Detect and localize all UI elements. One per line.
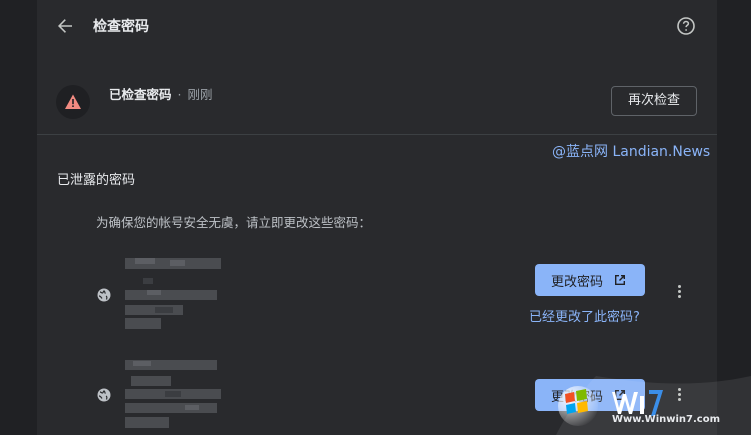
warning-badge [56, 85, 90, 119]
check-status: 已检查密码 · 刚刚 [109, 84, 212, 103]
help-circle-icon [677, 17, 695, 35]
winwin7-logo [556, 376, 751, 435]
divider [37, 134, 717, 135]
warning-triangle-icon [65, 94, 81, 109]
help-button[interactable] [675, 15, 697, 37]
already-changed-link[interactable]: 已经更改了此密码? [529, 306, 640, 325]
password-check-panel: 检查密码 已检查密码 · 刚刚 再次检查 已泄露的密码 为确保您的帐号安全无虞，… [37, 0, 717, 435]
winwin7-watermark-text: Www.Winwin7.com [612, 414, 721, 425]
page-title: 检查密码 [93, 19, 149, 35]
credential-row: 更改密码 [37, 250, 717, 350]
change-password-button[interactable]: 更改密码 [535, 264, 645, 296]
globe-icon [97, 388, 111, 402]
arrow-back-icon [58, 19, 72, 33]
change-password-label: 更改密码 [551, 275, 604, 290]
check-status-row: 已检查密码 · 刚刚 再次检查 [37, 64, 717, 134]
status-separator: · [177, 87, 182, 102]
landian-watermark: @蓝点网 Landian.News [552, 144, 711, 160]
more-actions-button[interactable] [672, 283, 686, 303]
leaked-passwords-heading: 已泄露的密码 [57, 173, 136, 188]
recheck-button[interactable]: 再次检查 [611, 86, 697, 116]
check-status-label: 已检查密码 [109, 87, 172, 102]
page-header: 检查密码 [37, 0, 717, 52]
leaked-passwords-instruction: 为确保您的帐号安全无虞，请立即更改这些密码： [96, 215, 372, 230]
check-status-time: 刚刚 [187, 87, 213, 102]
back-button[interactable] [53, 14, 77, 38]
globe-icon [97, 288, 111, 302]
open-in-new-icon [615, 275, 625, 285]
